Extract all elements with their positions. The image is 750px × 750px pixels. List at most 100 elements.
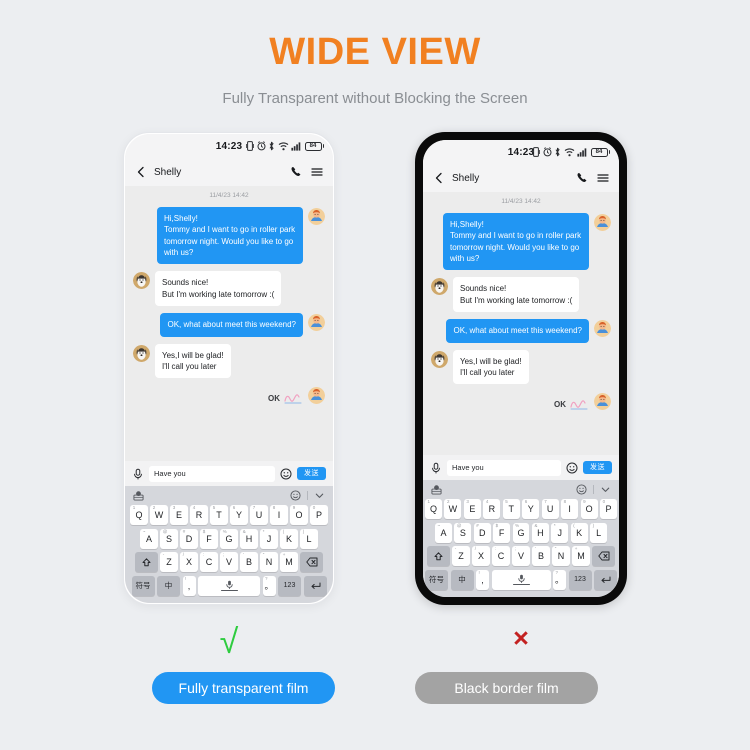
key-z[interactable]: -Z — [160, 552, 178, 572]
hamburger-menu-icon[interactable] — [596, 171, 610, 185]
key-z[interactable]: -Z — [452, 546, 470, 566]
comma-key[interactable]: !, — [182, 575, 196, 596]
key-b[interactable]: ' B — [240, 552, 258, 572]
comma-key[interactable]: !, — [476, 569, 489, 590]
page-subtitle: Fully Transparent without Blocking the S… — [222, 89, 528, 107]
back-chevron-icon[interactable] — [134, 165, 148, 179]
key-u[interactable]: 7U — [541, 499, 559, 519]
key-s[interactable]: @ S — [160, 528, 178, 549]
key-f[interactable]: $ F — [200, 528, 218, 549]
key-e[interactable]: 3E — [170, 505, 188, 525]
symbols-key[interactable]: 符号 — [131, 575, 155, 596]
key-t[interactable]: 5T — [502, 499, 520, 519]
key-label: D — [478, 527, 486, 538]
phone-call-icon[interactable] — [575, 171, 589, 185]
key-superscript: + — [574, 546, 578, 551]
key-d[interactable]: # D — [473, 522, 491, 543]
smiley-face-icon[interactable] — [280, 468, 292, 480]
key-i[interactable]: 8I — [561, 499, 579, 519]
key-s[interactable]: @ S — [454, 522, 472, 543]
key-m[interactable]: + M — [280, 552, 298, 572]
key-k[interactable]: (K — [570, 522, 588, 543]
key-q[interactable]: 1Q — [424, 499, 442, 519]
key-k[interactable]: (K — [280, 528, 298, 549]
enter-key[interactable] — [303, 575, 327, 596]
message-input-field[interactable]: Have you — [149, 465, 275, 482]
key-q[interactable]: 1Q — [130, 505, 148, 525]
send-button[interactable]: 发送 — [297, 467, 326, 480]
key-w[interactable]: 2W — [150, 505, 168, 525]
key-c[interactable]: :C — [492, 546, 510, 566]
chevron-down-icon[interactable] — [314, 490, 325, 501]
key-superscript: 4 — [192, 505, 196, 510]
symbols-key[interactable]: 符号 — [425, 569, 448, 590]
key-g[interactable]: % G — [220, 528, 238, 549]
key-f[interactable]: $ F — [493, 522, 511, 543]
sticker-ok-label: OK — [268, 394, 280, 404]
sticker-pack-icon[interactable] — [431, 484, 442, 495]
smiley-face-icon[interactable] — [576, 484, 587, 495]
key-x[interactable]: / X — [180, 552, 198, 572]
shift-key[interactable] — [426, 546, 450, 566]
key-label: V — [517, 551, 524, 561]
enter-key[interactable] — [594, 569, 617, 590]
language-toggle-key[interactable]: 中 — [450, 569, 474, 590]
backspace-key[interactable] — [592, 546, 616, 566]
key-y[interactable]: 6Y — [230, 505, 248, 525]
key-o[interactable]: 9O — [290, 505, 308, 525]
shift-key[interactable] — [134, 552, 158, 572]
key-t[interactable]: 5T — [210, 505, 228, 525]
key-a[interactable]: ~ A — [140, 528, 158, 549]
key-l[interactable]: ) L — [300, 528, 318, 549]
key-j[interactable]: * J — [260, 528, 278, 549]
smiley-face-icon[interactable] — [290, 490, 301, 501]
key-c[interactable]: :C — [200, 552, 218, 572]
key-i[interactable]: 8I — [270, 505, 288, 525]
key-j[interactable]: * J — [551, 522, 569, 543]
period-key[interactable]: ?。 — [553, 569, 566, 590]
key-v[interactable]: ; V — [512, 546, 530, 566]
key-g[interactable]: % G — [512, 522, 530, 543]
space-key[interactable] — [198, 575, 260, 596]
message-bubble-outgoing: OK, what about meet this weekend? — [160, 313, 303, 337]
period-key[interactable]: ?。 — [262, 575, 276, 596]
send-button[interactable]: 发送 — [583, 461, 612, 474]
space-key[interactable] — [491, 569, 551, 590]
key-h[interactable]: & H — [240, 528, 258, 549]
chevron-down-icon[interactable] — [600, 484, 611, 495]
message-bubble-outgoing: OK, what about meet this weekend? — [446, 319, 589, 343]
key-y[interactable]: 6Y — [522, 499, 540, 519]
key-l[interactable]: ) L — [590, 522, 608, 543]
key-u[interactable]: 7U — [250, 505, 268, 525]
key-o[interactable]: 9O — [580, 499, 598, 519]
key-b[interactable]: ' B — [532, 546, 550, 566]
key-e[interactable]: 3E — [463, 499, 481, 519]
hamburger-menu-icon[interactable] — [310, 165, 324, 179]
key-h[interactable]: & H — [531, 522, 549, 543]
keyboard-toolbar-divider — [593, 485, 594, 494]
key-w[interactable]: 2W — [444, 499, 462, 519]
key-n[interactable]: " N — [552, 546, 570, 566]
numbers-key[interactable]: 123 — [568, 569, 592, 590]
key-r[interactable]: 4R — [190, 505, 208, 525]
microphone-icon[interactable] — [132, 468, 144, 480]
key-a[interactable]: ~ A — [435, 522, 452, 543]
sticker-pack-icon[interactable] — [133, 490, 144, 501]
key-v[interactable]: ; V — [220, 552, 238, 572]
phone-call-icon[interactable] — [289, 165, 303, 179]
message-input-field[interactable]: Have you — [447, 459, 561, 476]
key-x[interactable]: / X — [472, 546, 490, 566]
back-chevron-icon[interactable] — [432, 171, 446, 185]
backspace-key[interactable] — [300, 552, 324, 572]
key-d[interactable]: # D — [180, 528, 198, 549]
language-toggle-key[interactable]: 中 — [157, 575, 180, 596]
key-p[interactable]: 0P — [310, 505, 328, 525]
key-n[interactable]: " N — [260, 552, 278, 572]
key-m[interactable]: + M — [572, 546, 590, 566]
microphone-icon[interactable] — [430, 462, 442, 474]
smiley-face-icon[interactable] — [566, 462, 578, 474]
keyboard-toolbar — [425, 480, 617, 499]
key-p[interactable]: 0P — [600, 499, 618, 519]
numbers-key[interactable]: 123 — [278, 575, 301, 596]
key-r[interactable]: 4R — [483, 499, 501, 519]
